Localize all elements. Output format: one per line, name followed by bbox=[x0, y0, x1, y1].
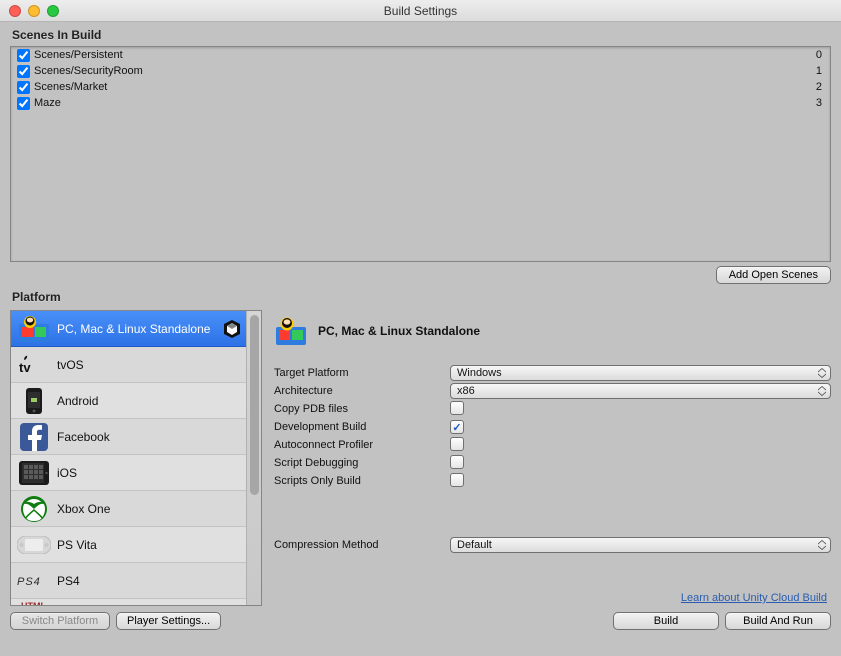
svg-text:tv: tv bbox=[19, 360, 31, 375]
scene-index: 0 bbox=[816, 49, 824, 61]
add-open-scenes-button[interactable]: Add Open Scenes bbox=[716, 266, 831, 284]
switch-platform-button[interactable]: Switch Platform bbox=[10, 612, 110, 630]
appletv-icon: tv bbox=[17, 351, 51, 379]
platform-list[interactable]: PC, Mac & Linux Standalone tv tvO bbox=[10, 310, 262, 606]
platform-label: PS Vita bbox=[57, 538, 97, 552]
platform-item-ps4[interactable]: PS4 PS4 bbox=[11, 563, 261, 599]
platform-label: PC, Mac & Linux Standalone bbox=[57, 322, 210, 336]
checkbox-dev-build[interactable] bbox=[450, 420, 464, 434]
scene-path: Scenes/SecurityRoom bbox=[34, 65, 143, 77]
select-value: x86 bbox=[457, 385, 475, 397]
platform-label: Xbox One bbox=[57, 502, 110, 516]
row-compression: Compression Method Default bbox=[274, 536, 831, 554]
xbox-icon bbox=[17, 495, 51, 523]
standalone-icon bbox=[274, 316, 308, 346]
psvita-icon bbox=[17, 531, 51, 559]
platform-item-xboxone[interactable]: Xbox One bbox=[11, 491, 261, 527]
platform-label: Android bbox=[57, 394, 98, 408]
checkbox-copy-pdb[interactable] bbox=[450, 401, 464, 415]
platform-item-android[interactable]: Android bbox=[11, 383, 261, 419]
label-target-platform: Target Platform bbox=[274, 367, 450, 379]
row-architecture: Architecture x86 bbox=[274, 382, 831, 400]
scene-row[interactable]: Scenes/Market 2 bbox=[11, 79, 830, 95]
checkbox-script-debug[interactable] bbox=[450, 455, 464, 469]
scene-row[interactable]: Maze 3 bbox=[11, 95, 830, 111]
facebook-icon bbox=[17, 423, 51, 451]
platform-label: PS4 bbox=[57, 574, 80, 588]
titlebar: Build Settings bbox=[0, 0, 841, 22]
platform-label: tvOS bbox=[57, 358, 84, 372]
row-target-platform: Target Platform Windows bbox=[274, 364, 831, 382]
row-scripts-only: Scripts Only Build bbox=[274, 472, 831, 490]
checkbox-scripts-only[interactable] bbox=[450, 473, 464, 487]
select-architecture[interactable]: x86 bbox=[450, 383, 831, 399]
scene-checkbox[interactable] bbox=[17, 97, 30, 110]
platform-item-tvos[interactable]: tv tvOS bbox=[11, 347, 261, 383]
window-minimize-button[interactable] bbox=[28, 5, 40, 17]
window-zoom-button[interactable] bbox=[47, 5, 59, 17]
scene-checkbox[interactable] bbox=[17, 49, 30, 62]
scene-path: Scenes/Persistent bbox=[34, 49, 123, 61]
bottom-bar: Switch Platform Player Settings... Build… bbox=[0, 606, 841, 638]
window-close-button[interactable] bbox=[9, 5, 21, 17]
settings-header: PC, Mac & Linux Standalone bbox=[274, 316, 831, 346]
platform-label: HTML bbox=[21, 601, 46, 607]
row-dev-build: Development Build bbox=[274, 418, 831, 436]
row-script-debug: Script Debugging bbox=[274, 454, 831, 472]
platform-item-standalone[interactable]: PC, Mac & Linux Standalone bbox=[11, 311, 261, 347]
scrollbar-thumb[interactable] bbox=[250, 315, 259, 495]
platform-section-label: Platform bbox=[0, 284, 841, 308]
scene-row[interactable]: Scenes/Persistent 0 bbox=[11, 47, 830, 63]
settings-header-label: PC, Mac & Linux Standalone bbox=[318, 324, 480, 338]
platform-item-psvita[interactable]: PS Vita bbox=[11, 527, 261, 563]
label-autoconnect: Autoconnect Profiler bbox=[274, 439, 450, 451]
scene-path: Scenes/Market bbox=[34, 81, 107, 93]
platform-label: iOS bbox=[57, 466, 77, 480]
scene-index: 3 bbox=[816, 97, 824, 109]
label-dev-build: Development Build bbox=[274, 421, 450, 433]
build-button[interactable]: Build bbox=[613, 612, 719, 630]
build-and-run-button[interactable]: Build And Run bbox=[725, 612, 831, 630]
checkbox-autoconnect[interactable] bbox=[450, 437, 464, 451]
ipad-icon bbox=[17, 459, 51, 487]
scene-checkbox[interactable] bbox=[17, 65, 30, 78]
scene-index: 1 bbox=[816, 65, 824, 77]
label-script-debug: Script Debugging bbox=[274, 457, 450, 469]
platform-settings-panel: PC, Mac & Linux Standalone Target Platfo… bbox=[274, 310, 831, 606]
platform-item-ios[interactable]: iOS bbox=[11, 455, 261, 491]
ps4-icon: PS4 bbox=[17, 567, 51, 595]
select-value: Default bbox=[457, 539, 492, 551]
select-target-platform[interactable]: Windows bbox=[450, 365, 831, 381]
platform-item-html-stub[interactable]: HTML bbox=[11, 599, 261, 606]
svg-text:PS4: PS4 bbox=[17, 576, 41, 588]
player-settings-button[interactable]: Player Settings... bbox=[116, 612, 221, 630]
android-icon bbox=[17, 387, 51, 415]
platform-label: Facebook bbox=[57, 430, 110, 444]
row-autoconnect: Autoconnect Profiler bbox=[274, 436, 831, 454]
label-copy-pdb: Copy PDB files bbox=[274, 403, 450, 415]
scenes-list[interactable]: Scenes/Persistent 0 Scenes/SecurityRoom … bbox=[10, 46, 831, 262]
cloud-build-link[interactable]: Learn about Unity Cloud Build bbox=[681, 592, 827, 604]
scene-index: 2 bbox=[816, 81, 824, 93]
label-architecture: Architecture bbox=[274, 385, 450, 397]
select-value: Windows bbox=[457, 367, 502, 379]
row-copy-pdb: Copy PDB files bbox=[274, 400, 831, 418]
standalone-icon bbox=[17, 315, 51, 343]
window-title: Build Settings bbox=[0, 4, 841, 18]
scene-row[interactable]: Scenes/SecurityRoom 1 bbox=[11, 63, 830, 79]
label-compression: Compression Method bbox=[274, 539, 450, 551]
scene-checkbox[interactable] bbox=[17, 81, 30, 94]
select-compression[interactable]: Default bbox=[450, 537, 831, 553]
platform-item-facebook[interactable]: Facebook bbox=[11, 419, 261, 455]
scenes-section-label: Scenes In Build bbox=[0, 22, 841, 46]
unity-current-platform-icon bbox=[221, 318, 243, 340]
label-scripts-only: Scripts Only Build bbox=[274, 475, 450, 487]
scene-path: Maze bbox=[34, 97, 61, 109]
